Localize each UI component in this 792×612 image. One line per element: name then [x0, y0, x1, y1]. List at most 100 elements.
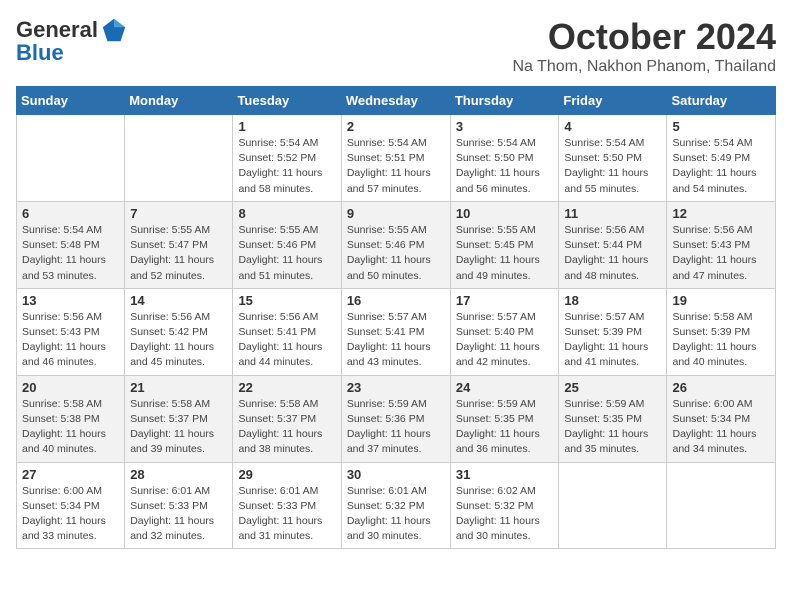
day-number: 30	[347, 467, 445, 482]
location-title: Na Thom, Nakhon Phanom, Thailand	[512, 58, 776, 76]
day-number: 3	[456, 119, 554, 134]
day-info: Sunrise: 5:56 AMSunset: 5:41 PMDaylight:…	[238, 310, 335, 371]
day-info: Sunrise: 5:58 AMSunset: 5:39 PMDaylight:…	[672, 310, 770, 371]
table-row: 3 Sunrise: 5:54 AMSunset: 5:50 PMDaylight…	[450, 115, 559, 202]
day-number: 26	[672, 380, 770, 395]
logo: General Blue	[16, 16, 128, 66]
day-number: 31	[456, 467, 554, 482]
day-info: Sunrise: 5:54 AMSunset: 5:49 PMDaylight:…	[672, 136, 770, 197]
table-row: 14 Sunrise: 5:56 AMSunset: 5:42 PMDayligh…	[125, 288, 233, 375]
day-info: Sunrise: 5:57 AMSunset: 5:39 PMDaylight:…	[564, 310, 661, 371]
table-row: 12 Sunrise: 5:56 AMSunset: 5:43 PMDayligh…	[667, 201, 776, 288]
table-row: 26 Sunrise: 6:00 AMSunset: 5:34 PMDayligh…	[667, 375, 776, 462]
day-number: 14	[130, 293, 227, 308]
table-row: 30 Sunrise: 6:01 AMSunset: 5:32 PMDayligh…	[341, 462, 450, 549]
table-row: 20Sunrise: 5:58 AMSunset: 5:38 PMDayligh…	[17, 375, 125, 462]
day-number: 28	[130, 467, 227, 482]
table-row	[17, 115, 125, 202]
day-number: 25	[564, 380, 661, 395]
logo-icon	[100, 16, 128, 44]
day-info: Sunrise: 5:55 AMSunset: 5:46 PMDaylight:…	[347, 223, 445, 284]
logo-blue: Blue	[16, 40, 64, 66]
day-info: Sunrise: 6:01 AMSunset: 5:33 PMDaylight:…	[130, 484, 227, 545]
day-info: Sunrise: 5:56 AMSunset: 5:42 PMDaylight:…	[130, 310, 227, 371]
table-row	[667, 462, 776, 549]
day-number: 4	[564, 119, 661, 134]
day-info: Sunrise: 5:55 AMSunset: 5:47 PMDaylight:…	[130, 223, 227, 284]
table-row: 23Sunrise: 5:59 AMSunset: 5:36 PMDayligh…	[341, 375, 450, 462]
day-number: 27	[22, 467, 119, 482]
table-row: 13Sunrise: 5:56 AMSunset: 5:43 PMDayligh…	[17, 288, 125, 375]
day-info: Sunrise: 6:00 AMSunset: 5:34 PMDaylight:…	[672, 397, 770, 458]
day-info: Sunrise: 5:55 AMSunset: 5:46 PMDaylight:…	[238, 223, 335, 284]
header-saturday: Saturday	[667, 87, 776, 115]
day-number: 10	[456, 206, 554, 221]
header-friday: Friday	[559, 87, 667, 115]
table-row: 9Sunrise: 5:55 AMSunset: 5:46 PMDaylight…	[341, 201, 450, 288]
day-info: Sunrise: 5:55 AMSunset: 5:45 PMDaylight:…	[456, 223, 554, 284]
day-number: 16	[347, 293, 445, 308]
table-row: 22 Sunrise: 5:58 AMSunset: 5:37 PMDayligh…	[233, 375, 341, 462]
day-number: 7	[130, 206, 227, 221]
table-row: 18 Sunrise: 5:57 AMSunset: 5:39 PMDayligh…	[559, 288, 667, 375]
day-number: 12	[672, 206, 770, 221]
day-number: 11	[564, 206, 661, 221]
table-row	[559, 462, 667, 549]
day-info: Sunrise: 5:58 AMSunset: 5:38 PMDaylight:…	[22, 397, 119, 458]
day-info: Sunrise: 5:58 AMSunset: 5:37 PMDaylight:…	[130, 397, 227, 458]
day-info: Sunrise: 5:59 AMSunset: 5:36 PMDaylight:…	[347, 397, 445, 458]
table-row: 4Sunrise: 5:54 AMSunset: 5:50 PMDaylight…	[559, 115, 667, 202]
day-info: Sunrise: 6:02 AMSunset: 5:32 PMDaylight:…	[456, 484, 554, 545]
table-row: 5Sunrise: 5:54 AMSunset: 5:49 PMDaylight…	[667, 115, 776, 202]
table-row: 1 Sunrise: 5:54 AMSunset: 5:52 PMDaylight…	[233, 115, 341, 202]
table-row: 7 Sunrise: 5:55 AMSunset: 5:47 PMDaylight…	[125, 201, 233, 288]
table-row: 6 Sunrise: 5:54 AMSunset: 5:48 PMDaylight…	[17, 201, 125, 288]
header-monday: Monday	[125, 87, 233, 115]
day-info: Sunrise: 5:54 AMSunset: 5:48 PMDaylight:…	[22, 223, 119, 284]
day-number: 21	[130, 380, 227, 395]
day-info: Sunrise: 5:56 AMSunset: 5:43 PMDaylight:…	[22, 310, 119, 371]
day-info: Sunrise: 5:58 AMSunset: 5:37 PMDaylight:…	[238, 397, 335, 458]
day-number: 24	[456, 380, 554, 395]
table-row: 25Sunrise: 5:59 AMSunset: 5:35 PMDayligh…	[559, 375, 667, 462]
calendar-week-row: 6 Sunrise: 5:54 AMSunset: 5:48 PMDaylight…	[17, 201, 776, 288]
table-row: 19 Sunrise: 5:58 AMSunset: 5:39 PMDayligh…	[667, 288, 776, 375]
day-info: Sunrise: 6:00 AMSunset: 5:34 PMDaylight:…	[22, 484, 119, 545]
table-row: 29 Sunrise: 6:01 AMSunset: 5:33 PMDayligh…	[233, 462, 341, 549]
header-wednesday: Wednesday	[341, 87, 450, 115]
day-info: Sunrise: 5:56 AMSunset: 5:43 PMDaylight:…	[672, 223, 770, 284]
header-thursday: Thursday	[450, 87, 559, 115]
day-info: Sunrise: 5:59 AMSunset: 5:35 PMDaylight:…	[456, 397, 554, 458]
calendar-week-row: 20Sunrise: 5:58 AMSunset: 5:38 PMDayligh…	[17, 375, 776, 462]
day-number: 8	[238, 206, 335, 221]
table-row: 31 Sunrise: 6:02 AMSunset: 5:32 PMDayligh…	[450, 462, 559, 549]
day-info: Sunrise: 5:56 AMSunset: 5:44 PMDaylight:…	[564, 223, 661, 284]
header-sunday: Sunday	[17, 87, 125, 115]
calendar-week-row: 27 Sunrise: 6:00 AMSunset: 5:34 PMDayligh…	[17, 462, 776, 549]
table-row: 27 Sunrise: 6:00 AMSunset: 5:34 PMDayligh…	[17, 462, 125, 549]
page-header: General Blue October 2024 Na Thom, Nakho…	[16, 16, 776, 76]
table-row: 16 Sunrise: 5:57 AMSunset: 5:41 PMDayligh…	[341, 288, 450, 375]
day-info: Sunrise: 5:54 AMSunset: 5:51 PMDaylight:…	[347, 136, 445, 197]
day-info: Sunrise: 6:01 AMSunset: 5:33 PMDaylight:…	[238, 484, 335, 545]
day-number: 18	[564, 293, 661, 308]
day-number: 29	[238, 467, 335, 482]
day-number: 6	[22, 206, 119, 221]
month-title: October 2024	[512, 16, 776, 58]
calendar-week-row: 13Sunrise: 5:56 AMSunset: 5:43 PMDayligh…	[17, 288, 776, 375]
day-info: Sunrise: 5:57 AMSunset: 5:41 PMDaylight:…	[347, 310, 445, 371]
table-row: 2Sunrise: 5:54 AMSunset: 5:51 PMDaylight…	[341, 115, 450, 202]
table-row: 21 Sunrise: 5:58 AMSunset: 5:37 PMDayligh…	[125, 375, 233, 462]
day-info: Sunrise: 6:01 AMSunset: 5:32 PMDaylight:…	[347, 484, 445, 545]
day-number: 15	[238, 293, 335, 308]
table-row: 11 Sunrise: 5:56 AMSunset: 5:44 PMDayligh…	[559, 201, 667, 288]
day-number: 17	[456, 293, 554, 308]
day-info: Sunrise: 5:54 AMSunset: 5:52 PMDaylight:…	[238, 136, 335, 197]
header-tuesday: Tuesday	[233, 87, 341, 115]
table-row: 8 Sunrise: 5:55 AMSunset: 5:46 PMDaylight…	[233, 201, 341, 288]
day-number: 22	[238, 380, 335, 395]
table-row: 10 Sunrise: 5:55 AMSunset: 5:45 PMDayligh…	[450, 201, 559, 288]
day-number: 19	[672, 293, 770, 308]
day-info: Sunrise: 5:54 AMSunset: 5:50 PMDaylight:…	[456, 136, 554, 197]
day-number: 1	[238, 119, 335, 134]
